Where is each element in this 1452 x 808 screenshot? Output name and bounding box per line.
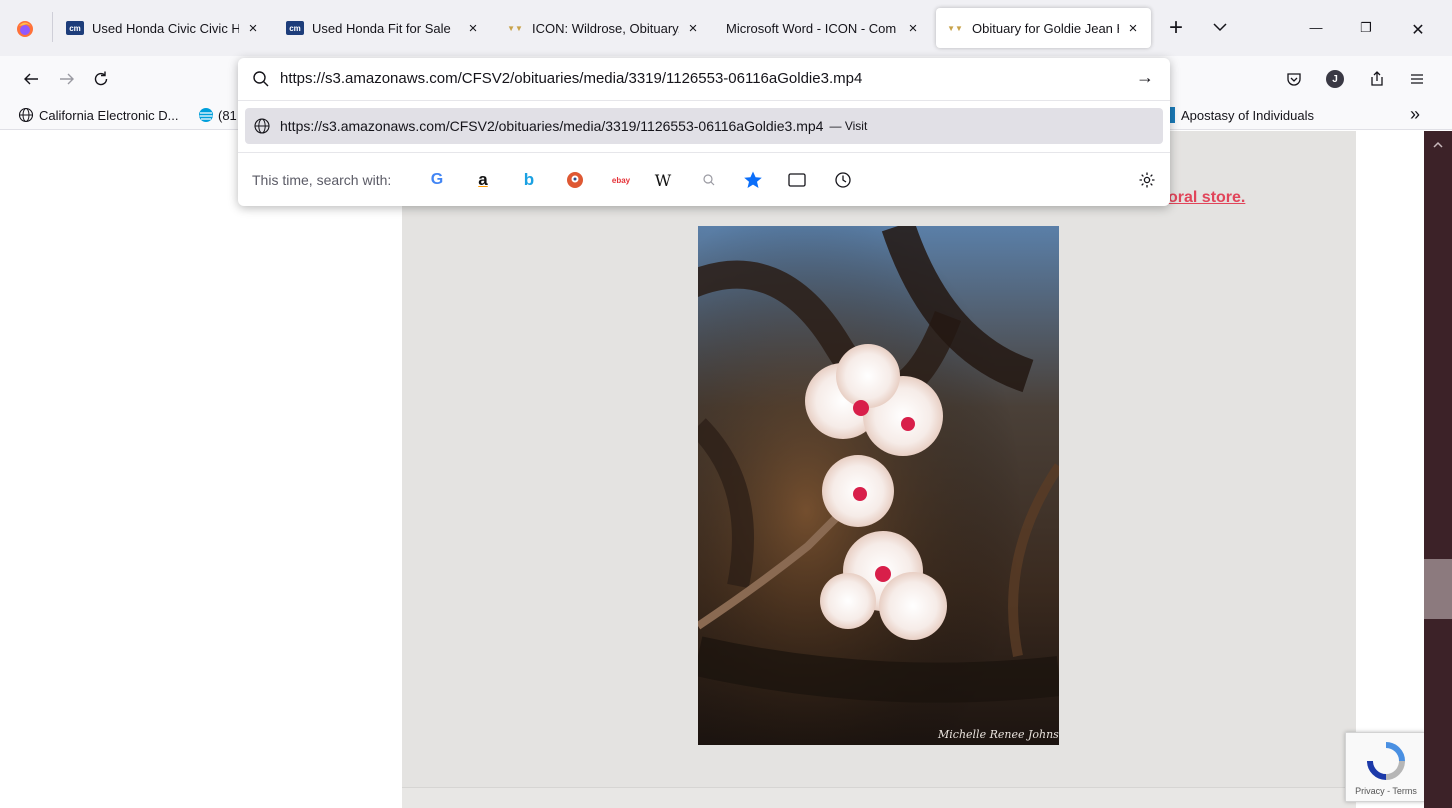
clock-icon [835, 172, 851, 188]
wikipedia-engine-button[interactable]: W [652, 169, 674, 191]
tab-microsoft-word[interactable]: Microsoft Word - ICON - Com × [716, 8, 931, 48]
tab-honda-fit[interactable]: cm Used Honda Fit for Sale × [276, 8, 491, 48]
duckduckgo-engine-button[interactable] [564, 169, 586, 191]
bookmarks-search-button[interactable] [742, 169, 764, 191]
cm-favicon-icon: cm [66, 21, 84, 35]
back-arrow-icon [24, 73, 38, 85]
firefox-logo-icon[interactable] [16, 20, 34, 38]
puzzle-share-icon [1371, 71, 1383, 86]
tab-icon-wildrose[interactable]: ▼▼ ICON: Wildrose, Obituary, × [496, 8, 711, 48]
att-icon [199, 108, 213, 122]
extensions-button[interactable] [1364, 66, 1390, 92]
search-settings-button[interactable] [1136, 169, 1158, 191]
wildrose-favicon-icon: ▼▼ [947, 23, 963, 33]
close-window-button[interactable]: ✕ [1408, 20, 1428, 40]
chevron-down-icon [1213, 23, 1227, 32]
bing-engine-button[interactable]: b [518, 169, 540, 191]
tab-icon [788, 173, 806, 187]
url-input[interactable]: https://s3.amazonaws.com/CFSV2/obituarie… [280, 70, 862, 87]
tab-title: Microsoft Word - ICON - Com [726, 20, 897, 36]
tab-close-icon[interactable]: × [245, 20, 261, 37]
minimize-button[interactable]: — [1306, 20, 1326, 35]
bookmark-label: Apostasy of Individuals [1181, 107, 1314, 123]
suggestion-url: https://s3.amazonaws.com/CFSV2/obituarie… [280, 118, 824, 134]
tab-list-button[interactable] [1208, 20, 1232, 36]
recaptcha-badge[interactable]: Privacy - Terms [1345, 732, 1425, 802]
bookmarks-overflow-button[interactable]: » [1410, 104, 1420, 125]
bookmark-label: California Electronic D... [39, 107, 179, 123]
amazon-icon: a [478, 170, 488, 189]
back-button[interactable] [18, 66, 44, 92]
globe-icon [18, 107, 34, 123]
search-with-label: This time, search with: [252, 172, 392, 188]
web-page: oral store. Michelle Renee Johns Privacy… [0, 131, 1452, 808]
hamburger-menu-icon [1411, 74, 1423, 84]
avatar-initial: J [1332, 73, 1338, 85]
tab-strip: cm Used Honda Civic Civic Hy × cm Used H… [0, 0, 1452, 56]
ebay-engine-button[interactable]: ebay [608, 169, 634, 191]
star-icon [744, 171, 762, 188]
amazon-engine-button[interactable]: a [472, 169, 494, 191]
tab-title: Obituary for Goldie Jean H [972, 20, 1119, 36]
forward-arrow-icon [60, 73, 74, 85]
search-shortcut-engine-button[interactable] [698, 169, 720, 191]
tab-close-icon[interactable]: × [685, 20, 701, 37]
reload-icon [94, 71, 108, 86]
suggestion-action: — Visit [829, 119, 868, 133]
obituary-photo: Michelle Renee Johnson [698, 226, 1059, 745]
cm-favicon-icon: cm [286, 21, 304, 35]
reload-button[interactable] [88, 66, 114, 92]
bing-icon: b [523, 170, 535, 189]
search-engines-row: This time, search with: G a b ebay W [238, 152, 1170, 206]
pocket-button[interactable] [1281, 66, 1307, 92]
recaptcha-icon [1367, 742, 1405, 780]
bookmark-apostasy[interactable]: Apostasy of Individuals [1169, 107, 1314, 123]
tab-close-icon[interactable]: × [465, 20, 481, 37]
ebay-icon: ebay [611, 175, 631, 185]
address-bar-popup: https://s3.amazonaws.com/CFSV2/obituarie… [238, 58, 1170, 206]
search-icon [253, 71, 269, 87]
google-engine-button[interactable]: G [426, 169, 448, 191]
go-button[interactable]: → [1136, 67, 1154, 88]
tab-honda-civic[interactable]: cm Used Honda Civic Civic Hy × [56, 8, 271, 48]
menu-button[interactable] [1404, 66, 1430, 92]
floral-store-link[interactable]: oral store. [1168, 189, 1245, 207]
gear-icon [1139, 172, 1155, 188]
content-footer-strip [402, 787, 1356, 808]
globe-icon [254, 118, 270, 134]
wikipedia-icon: W [654, 170, 672, 190]
bookmark-att[interactable]: (81 [198, 107, 237, 123]
scrollbar-track[interactable] [1424, 131, 1452, 808]
tabs-search-button[interactable] [786, 169, 808, 191]
magnifier-small-icon [703, 174, 715, 186]
pocket-icon [1287, 73, 1301, 86]
account-avatar[interactable]: J [1326, 70, 1344, 88]
scroll-up-icon[interactable] [1432, 137, 1444, 148]
scrollbar-thumb[interactable] [1424, 559, 1452, 619]
url-input-row[interactable]: https://s3.amazonaws.com/CFSV2/obituarie… [238, 58, 1170, 100]
history-search-button[interactable] [832, 169, 854, 191]
tab-title: Used Honda Civic Civic Hy [92, 20, 239, 36]
tab-obituary-goldie[interactable]: ▼▼ Obituary for Goldie Jean H × [936, 8, 1151, 48]
bookmark-california-electronic[interactable]: California Electronic D... [18, 107, 178, 123]
wildrose-favicon-icon: ▼▼ [507, 23, 523, 33]
forward-button[interactable] [54, 66, 80, 92]
tab-title: Used Honda Fit for Sale [312, 20, 451, 36]
google-icon: G [430, 171, 444, 188]
recaptcha-links[interactable]: Privacy - Terms [1346, 786, 1426, 796]
bookmark-label: (81 [218, 107, 237, 123]
tab-close-icon[interactable]: × [1125, 20, 1141, 37]
url-suggestion-row[interactable]: https://s3.amazonaws.com/CFSV2/obituarie… [245, 108, 1163, 144]
tab-close-icon[interactable]: × [905, 20, 921, 37]
new-tab-button[interactable]: + [1164, 14, 1188, 42]
photo-signature: Michelle Renee Johnson [937, 728, 1059, 741]
tab-title: ICON: Wildrose, Obituary, [532, 20, 679, 36]
restore-button[interactable]: ❐ [1356, 20, 1376, 36]
duckduckgo-icon [567, 172, 583, 188]
